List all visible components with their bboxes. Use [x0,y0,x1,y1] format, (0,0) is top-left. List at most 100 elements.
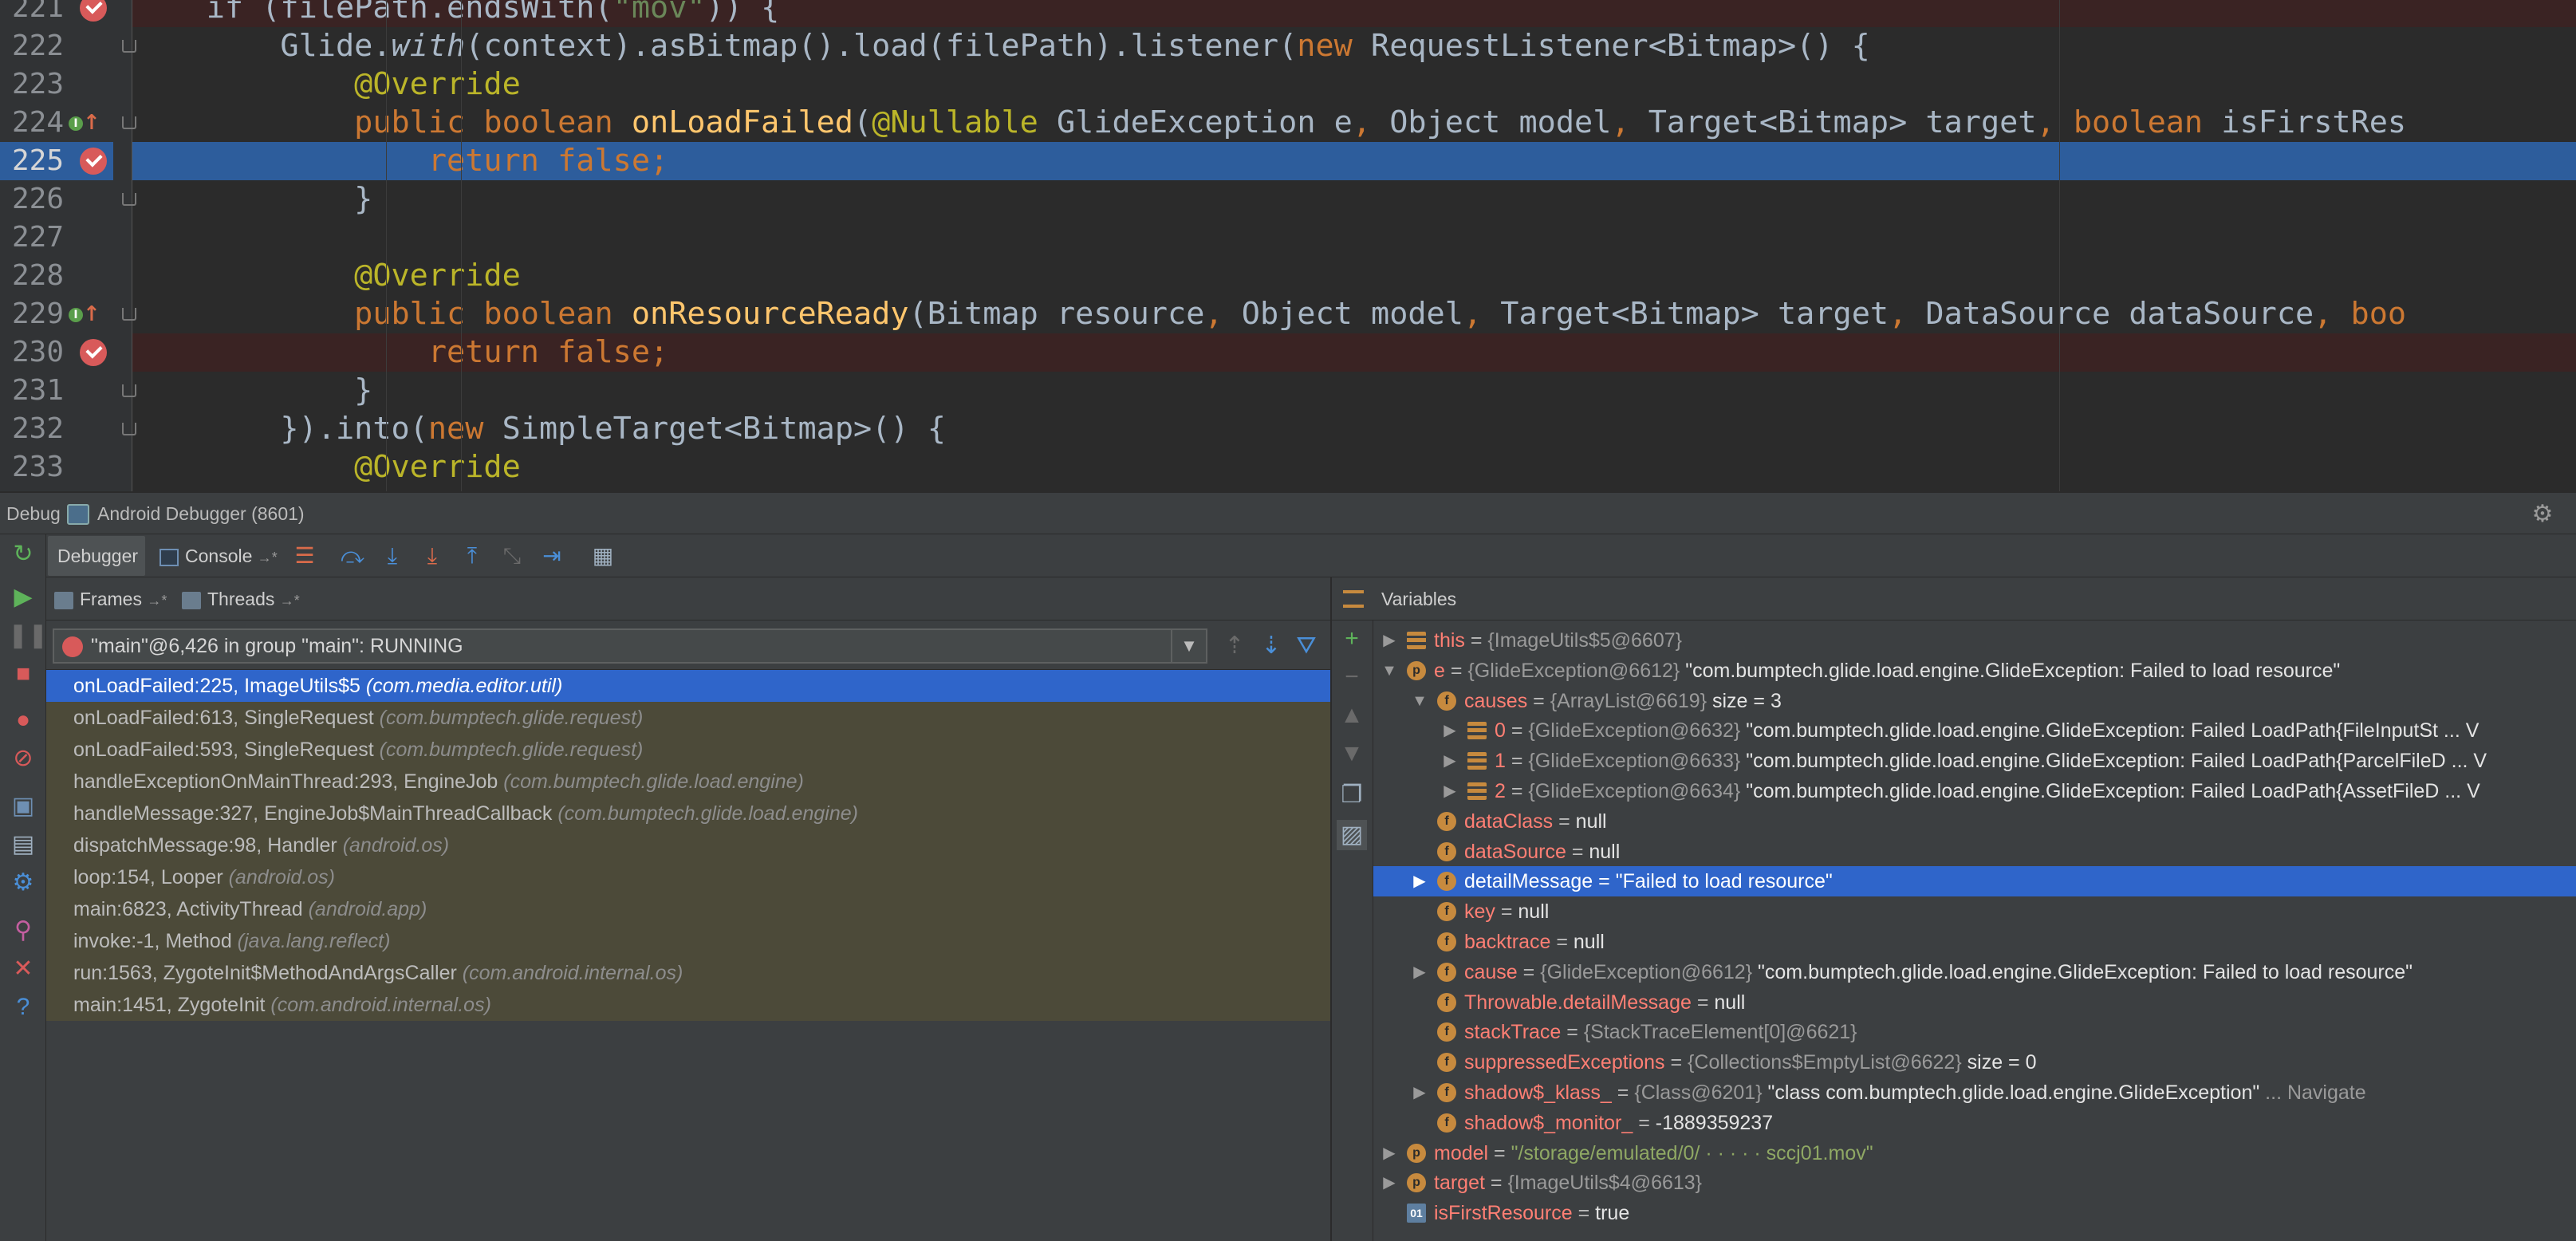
chevron-right-icon[interactable]: ▶ [1410,1078,1429,1108]
settings-icon[interactable]: ⚙ [8,868,38,898]
line-number[interactable]: 230 [0,333,64,372]
variable-row[interactable]: ▶ this = {ImageUtils$5@6607} [1373,625,2576,656]
code-line[interactable]: public boolean onResourceReady(Bitmap re… [132,295,2576,333]
code-line[interactable]: Glide.with(context).asBitmap().load(file… [132,27,2576,65]
breakpoint-icon[interactable] [80,148,107,175]
code-line[interactable]: }).into(new SimpleTarget<Bitmap>() { [132,410,2576,448]
move-down-icon[interactable]: ▼ [1337,739,1367,769]
line-number[interactable]: 226 [0,180,64,219]
help-icon[interactable]: ? [8,992,38,1022]
resume-icon[interactable]: ▶ [8,582,38,613]
chevron-right-icon[interactable]: ▶ [1410,957,1429,987]
line-number[interactable]: 229 [0,295,64,333]
variable-row[interactable]: f dataClass = null [1373,806,2576,837]
pin-icon[interactable]: ⚲ [8,916,38,946]
chevron-down-icon[interactable]: ▼ [1410,686,1429,716]
fold-marker-icon[interactable] [122,384,136,397]
stack-frame-row[interactable]: dispatchMessage:98, Handler (android.os) [46,829,1330,861]
run-to-cursor-icon[interactable]: ⇥ [538,542,566,569]
pause-icon[interactable]: ❚❚ [8,620,48,651]
get-thread-dump-icon[interactable]: ▣ [8,791,38,821]
chevron-right-icon[interactable]: ▶ [1380,1168,1399,1198]
gear-icon[interactable]: ⚙ [2527,501,2558,528]
fold-gutter[interactable] [113,0,132,491]
stack-frame-row[interactable]: main:1451, ZygoteInit (com.android.inter… [46,989,1330,1021]
filter-icon[interactable]: ⛛ [1290,630,1322,662]
stack-frame-row[interactable]: onLoadFailed:613, SingleRequest (com.bum… [46,702,1330,734]
variable-row[interactable]: ▼ f causes = {ArrayList@6619} size = 3 [1373,686,2576,716]
tab-frames[interactable]: Frames →* [54,577,167,620]
code-line[interactable]: } [132,372,2576,410]
tab-debugger[interactable]: Debugger [48,536,145,576]
variable-row[interactable]: f shadow$_monitor_ = -1889359237 [1373,1108,2576,1138]
variable-row[interactable]: ▶ f cause = {GlideException@6612} "com.bum… [1373,957,2576,987]
line-number[interactable]: 232 [0,410,64,448]
show-execution-point-icon[interactable]: ☰ [290,542,319,569]
variable-row[interactable]: ▶ f detailMessage = "Failed to load resour… [1373,866,2576,897]
chevron-right-icon[interactable]: ▶ [1380,1138,1399,1168]
copy-icon[interactable]: ❐ [1337,780,1367,810]
previous-frame-icon[interactable]: ⇡ [1219,630,1251,662]
code-line[interactable]: @Override [132,65,2576,104]
new-watch-icon[interactable]: + [1337,624,1367,654]
code-editor[interactable]: 221 222 223 224 I ↑ 225 226 227 228 229 I ↑ 230 231 232… [0,0,2576,491]
remove-watch-icon[interactable]: − [1337,662,1367,692]
step-into-icon[interactable]: ⤓ [378,542,407,569]
mute-breakpoints-icon[interactable]: ⊘ [8,743,38,774]
debugger-session-title[interactable]: Android Debugger (8601) [97,493,305,534]
code-line[interactable] [132,219,2576,257]
move-up-icon[interactable]: ▲ [1337,700,1367,731]
tab-threads[interactable]: Threads →* [182,577,300,620]
variable-row[interactable]: ▶ 1 = {GlideException@6633} "com.bumptech… [1373,746,2576,776]
chevron-right-icon[interactable]: ▶ [1380,625,1399,656]
show-watches-icon[interactable]: ▨ [1337,820,1367,850]
variable-row[interactable]: f Throwable.detailMessage = null [1373,987,2576,1018]
stack-frame-row[interactable]: handleMessage:327, EngineJob$MainThreadC… [46,798,1330,829]
variable-row[interactable]: f backtrace = null [1373,927,2576,957]
line-number[interactable]: 223 [0,65,64,104]
line-number[interactable]: 231 [0,372,64,410]
step-out-icon[interactable]: ⤒ [458,542,486,569]
chevron-right-icon[interactable]: ▶ [1410,866,1429,896]
rerun-icon[interactable]: ↻ [8,539,38,569]
code-line[interactable]: @Override [132,448,2576,487]
line-number[interactable]: 227 [0,219,64,257]
chevron-down-icon[interactable]: ▼ [1171,630,1206,662]
chevron-right-icon[interactable]: ▶ [1440,776,1459,806]
next-frame-icon[interactable]: ⇣ [1255,630,1287,662]
evaluate-expression-icon[interactable]: ▦ [589,542,617,569]
fold-marker-icon[interactable] [122,193,136,206]
frame-list[interactable]: onLoadFailed:225, ImageUtils$5 (com.medi… [46,670,1330,1241]
variable-row[interactable]: ▶ f shadow$_klass_ = {Class@6201} "class c… [1373,1078,2576,1108]
variable-row[interactable]: ▼ p e = {GlideException@6612} "com.bumptec… [1373,656,2576,686]
fold-marker-icon[interactable] [122,308,136,321]
variable-row[interactable]: ▶ p target = {ImageUtils$4@6613} [1373,1168,2576,1198]
code-line[interactable]: public boolean onLoadFailed(@Nullable Gl… [132,104,2576,142]
code-line[interactable]: if (filePath.endsWith("mov")) { [132,0,2576,27]
stack-frame-row[interactable]: main:6823, ActivityThread (android.app) [46,893,1330,925]
variable-row[interactable]: ▶ 0 = {GlideException@6632} "com.bumptech… [1373,715,2576,746]
breakpoint-icon[interactable] [80,0,107,22]
line-number[interactable]: 221 [0,0,64,27]
code-line[interactable]: return false; [132,142,2576,180]
breakpoint-icon[interactable] [80,339,107,366]
chevron-down-icon[interactable]: ▼ [1380,656,1399,686]
code-line[interactable]: } [132,180,2576,219]
variable-row[interactable]: ▶ p model = "/storage/emulated/0/ · · · · … [1373,1138,2576,1168]
stop-icon[interactable]: ■ [8,659,38,689]
force-step-into-icon[interactable]: ⤓ [418,542,447,569]
stack-frame-row[interactable]: invoke:-1, Method (java.lang.reflect) [46,925,1330,957]
variable-row[interactable]: f dataSource = null [1373,837,2576,867]
step-over-icon[interactable]: ⤼ [338,542,367,569]
variable-row[interactable]: f suppressedExceptions = {Collections$Emp… [1373,1047,2576,1078]
chevron-right-icon[interactable]: ▶ [1440,715,1459,746]
line-number[interactable]: 233 [0,448,64,487]
variable-row[interactable]: f key = null [1373,896,2576,927]
fold-marker-icon[interactable] [122,423,136,435]
stack-frame-row[interactable]: onLoadFailed:593, SingleRequest (com.bum… [46,734,1330,766]
code-line[interactable]: return false; [132,333,2576,372]
line-number[interactable]: 222 [0,27,64,65]
variable-row[interactable]: 01 isFirstResource = true [1373,1198,2576,1228]
line-number[interactable]: 228 [0,257,64,295]
view-breakpoints-icon[interactable]: ● [8,705,38,735]
